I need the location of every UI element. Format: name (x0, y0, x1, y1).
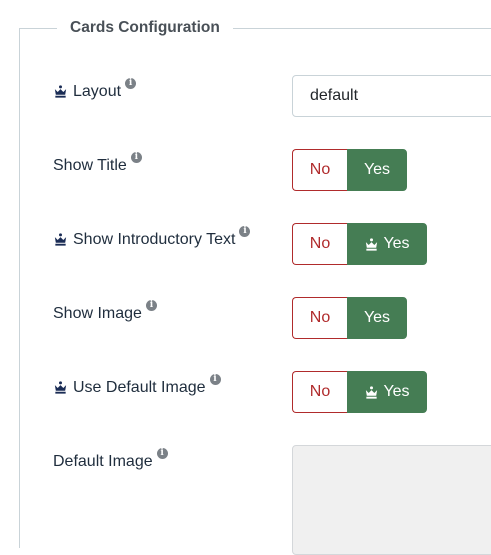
show-title-label-text: Show Title (53, 157, 127, 174)
layout-label: Layout i (53, 78, 137, 102)
info-icon[interactable]: i (130, 152, 142, 163)
use-default-image-yes-button[interactable]: Yes (347, 371, 427, 413)
crown-icon (54, 233, 67, 246)
use-default-image-no-button[interactable]: No (292, 371, 347, 413)
show-image-label-text: Show Image (53, 305, 142, 322)
crown-icon (366, 237, 378, 251)
show-image-toggle: No Yes (292, 297, 407, 339)
show-intro-text-toggle: No Yes (292, 223, 427, 265)
fieldset-legend: Cards Configuration (57, 19, 233, 37)
show-title-toggle: No Yes (292, 149, 407, 191)
layout-select[interactable]: default (292, 75, 491, 117)
crown-icon (366, 385, 378, 399)
show-title-yes-button[interactable]: Yes (347, 149, 407, 191)
show-image-no-button[interactable]: No (292, 297, 347, 339)
crown-icon (54, 85, 67, 98)
show-intro-text-yes-button[interactable]: Yes (347, 223, 427, 265)
info-icon[interactable]: i (125, 78, 137, 89)
default-image-picker[interactable] (292, 445, 491, 555)
info-icon[interactable]: i (209, 374, 221, 385)
show-title-label: Show Title i (53, 152, 142, 176)
use-default-image-label: Use Default Image i (53, 374, 221, 398)
show-image-yes-button[interactable]: Yes (347, 297, 407, 339)
default-image-label-text: Default Image (53, 453, 153, 470)
info-icon[interactable]: i (156, 448, 168, 459)
layout-label-text: Layout (73, 83, 122, 100)
yes-label: Yes (363, 309, 391, 326)
yes-label: Yes (363, 161, 391, 178)
show-intro-text-no-button[interactable]: No (292, 223, 347, 265)
info-icon[interactable]: i (145, 300, 157, 311)
crown-icon (54, 381, 67, 394)
use-default-image-toggle: No Yes (292, 371, 427, 413)
info-icon[interactable]: i (239, 226, 251, 237)
use-default-image-label-text: Use Default Image (73, 379, 206, 396)
default-image-label: Default Image i (53, 448, 168, 472)
yes-label: Yes (383, 383, 410, 400)
show-intro-text-label-text: Show Introductory Text (73, 231, 236, 248)
show-intro-text-label: Show Introductory Text i (53, 226, 251, 250)
yes-label: Yes (383, 235, 410, 252)
show-image-label: Show Image i (53, 300, 157, 324)
show-title-no-button[interactable]: No (292, 149, 347, 191)
